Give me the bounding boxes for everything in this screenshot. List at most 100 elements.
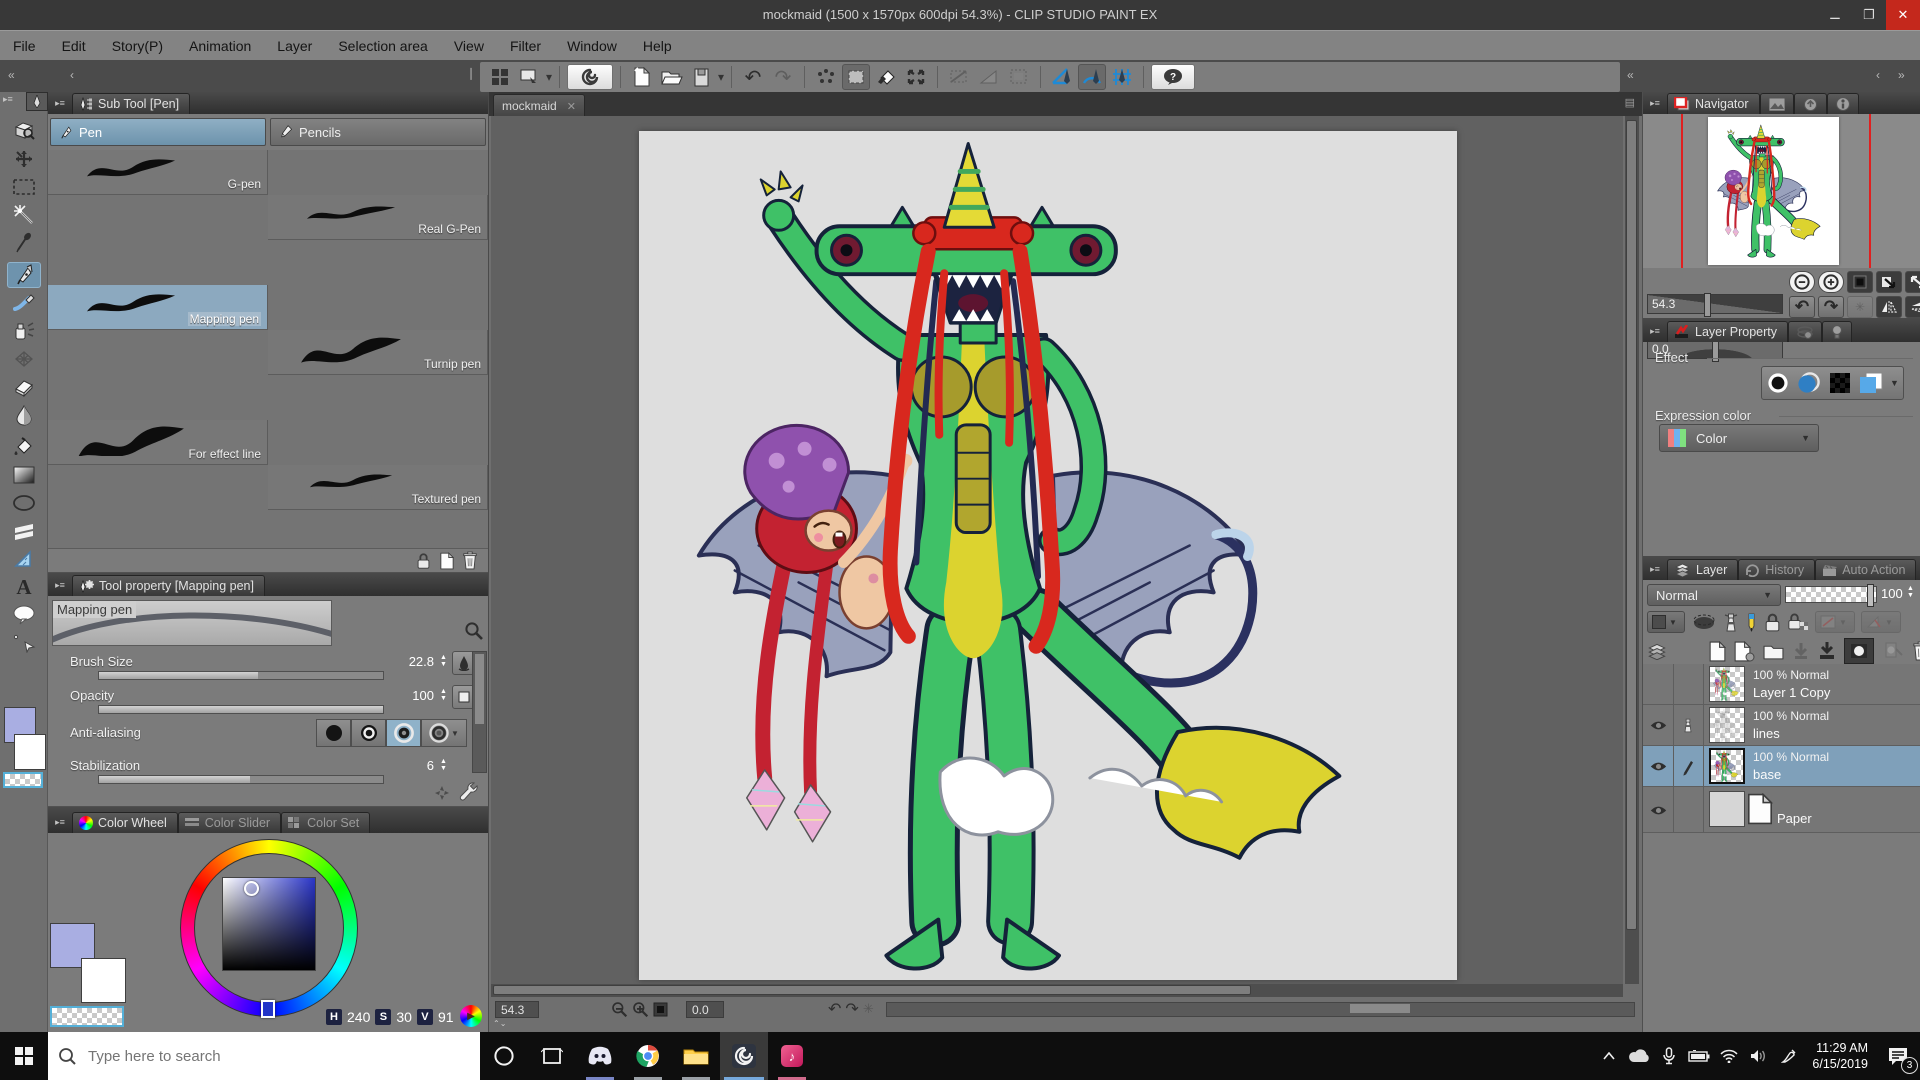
effect-border-button[interactable]: [1766, 371, 1790, 395]
fit-to-screen-icon[interactable]: [653, 1002, 668, 1017]
paper-visibility[interactable]: [1643, 787, 1674, 833]
rotate-cw-icon[interactable]: ↷: [845, 999, 858, 1019]
tab-navigator[interactable]: Navigator: [1667, 93, 1760, 114]
base-visibility[interactable]: [1643, 746, 1674, 787]
layer-row-base[interactable]: 100 % Normal base: [1643, 746, 1920, 787]
taskbar-clip-studio[interactable]: [720, 1032, 768, 1080]
save-icon[interactable]: [688, 64, 716, 90]
navigator-zoom-handle[interactable]: [1704, 293, 1711, 317]
tool-brush[interactable]: [7, 290, 41, 316]
tool-move[interactable]: [7, 146, 41, 172]
undo-icon[interactable]: ↶: [739, 64, 767, 90]
toolprop-scrollbar[interactable]: [472, 651, 487, 773]
status-collapse-icon[interactable]: ⌃⌄: [493, 1019, 506, 1028]
tool-selection[interactable]: [7, 174, 41, 200]
layerprop-menu-icon[interactable]: ▸≡: [1645, 322, 1665, 340]
reset-settings-icon[interactable]: [432, 783, 452, 803]
panel-sub-color[interactable]: [81, 958, 126, 1003]
reference-layer-icon[interactable]: [1723, 612, 1739, 633]
tab-history[interactable]: History: [1738, 559, 1815, 580]
apply-mask-icon[interactable]: [1882, 641, 1904, 661]
fill-deselect-icon[interactable]: [872, 64, 900, 90]
rotate-ccw-icon[interactable]: ↶: [828, 999, 841, 1019]
effect-tone-button[interactable]: [1796, 371, 1822, 395]
hue-cursor[interactable]: [261, 1000, 275, 1018]
close-button[interactable]: ✕: [1886, 0, 1920, 30]
brush-g-pen[interactable]: G-pen: [48, 150, 268, 195]
tool-palette-menu-icon[interactable]: ▸≡: [3, 94, 13, 105]
new-raster-layer-icon[interactable]: [1709, 641, 1726, 662]
clip-to-layer-below-icon[interactable]: [1691, 613, 1717, 631]
stabilization-slider[interactable]: [98, 775, 384, 784]
snap-off-icon[interactable]: [945, 64, 973, 90]
taskbar-explorer[interactable]: [672, 1032, 720, 1080]
tab-color-wheel[interactable]: Color Wheel: [72, 812, 178, 833]
collapse-left2-icon[interactable]: ‹: [70, 68, 74, 82]
layer-row-layer1copy[interactable]: 100 % Normal Layer 1 Copy: [1643, 664, 1920, 705]
menu-selection-area[interactable]: Selection area: [325, 38, 441, 54]
brush-real-g-pen[interactable]: Real G-Pen: [268, 195, 488, 240]
subtool-new-icon[interactable]: [440, 552, 454, 570]
canvas-hscrollbar[interactable]: [491, 984, 1623, 997]
layer-opacity-slider[interactable]: [1785, 586, 1877, 603]
lock-transparent-icon[interactable]: [1787, 612, 1809, 633]
start-button[interactable]: [0, 1032, 48, 1080]
menu-story[interactable]: Story(P): [99, 38, 176, 54]
layer-row-paper[interactable]: Paper: [1643, 787, 1920, 833]
tab-lightbulb[interactable]: [1822, 321, 1852, 342]
zoom-out-icon[interactable]: [611, 1001, 628, 1018]
taskbar-discord[interactable]: [576, 1032, 624, 1080]
tool-auto-select[interactable]: [7, 202, 41, 228]
tool-palette-tab[interactable]: [26, 92, 48, 111]
aa-middle-button[interactable]: [386, 719, 421, 747]
tray-chevron-icon[interactable]: [1594, 1032, 1624, 1080]
tab-information[interactable]: [1827, 93, 1859, 114]
tool-navigate[interactable]: [7, 118, 41, 144]
subtool-group-tab-pen[interactable]: Pen: [50, 118, 266, 146]
brush-mapping-pen[interactable]: Mapping pen: [48, 285, 268, 330]
delete-layer-icon[interactable]: [1912, 641, 1920, 661]
taskbar-chrome[interactable]: [624, 1032, 672, 1080]
transparent-color-swatch[interactable]: [3, 772, 43, 788]
ruler-range-button[interactable]: ▼: [1861, 611, 1901, 633]
nav-reset-rotation-button[interactable]: ✳: [1847, 296, 1873, 318]
base-thumbnail[interactable]: [1709, 748, 1745, 784]
battery-icon[interactable]: [1684, 1032, 1714, 1080]
open-file-icon[interactable]: [658, 64, 686, 90]
task-view-button[interactable]: [528, 1032, 576, 1080]
nav-flip-horizontal-button[interactable]: [1876, 296, 1902, 318]
nav-flip-vertical-button[interactable]: [1905, 296, 1920, 318]
new-folder-icon[interactable]: [1763, 643, 1784, 660]
nav-fit-button[interactable]: [1847, 271, 1873, 293]
nav-rotate-cw-button[interactable]: ↷: [1818, 296, 1844, 318]
brush-textured-pen[interactable]: Textured pen: [268, 465, 488, 510]
effect-screen-tone-button[interactable]: [1828, 371, 1852, 395]
volume-icon[interactable]: [1744, 1032, 1774, 1080]
nav-fit-screen-button[interactable]: [1876, 271, 1902, 293]
layer-opacity-handle[interactable]: [1867, 584, 1874, 607]
layer-opacity-value[interactable]: 100: [1881, 586, 1903, 601]
color-mode-toggle[interactable]: ▶: [460, 1005, 482, 1027]
wrench-icon[interactable]: [456, 779, 480, 803]
lines-visibility[interactable]: [1643, 705, 1674, 746]
redo-icon[interactable]: ↷: [769, 64, 797, 90]
reset-rotation-icon[interactable]: ✳: [863, 1001, 874, 1017]
create-mask-button[interactable]: [1844, 638, 1874, 664]
collapse-right-icon[interactable]: «: [1627, 68, 1634, 82]
tool-figure[interactable]: [7, 490, 41, 516]
menu-file[interactable]: File: [0, 38, 49, 54]
scale-rotate-icon[interactable]: [902, 64, 930, 90]
new-file-icon[interactable]: [628, 64, 656, 90]
opacity-spinner[interactable]: ▲▼: [440, 689, 447, 702]
tab-quick-access[interactable]: [1794, 93, 1827, 114]
nav-zoom-in-button[interactable]: [1818, 271, 1844, 293]
tool-text[interactable]: A: [7, 574, 41, 600]
tool-pen[interactable]: [7, 262, 41, 288]
draft-layer-icon[interactable]: [1745, 612, 1758, 633]
effect-dropdown-arrow[interactable]: ▼: [1890, 378, 1899, 388]
menu-view[interactable]: View: [441, 38, 497, 54]
microphone-icon[interactable]: [1654, 1032, 1684, 1080]
blend-mode-dropdown[interactable]: Normal ▼: [1647, 584, 1781, 606]
sub-color-swatch[interactable]: [14, 734, 46, 770]
stabilization-spinner[interactable]: ▲▼: [440, 759, 447, 772]
